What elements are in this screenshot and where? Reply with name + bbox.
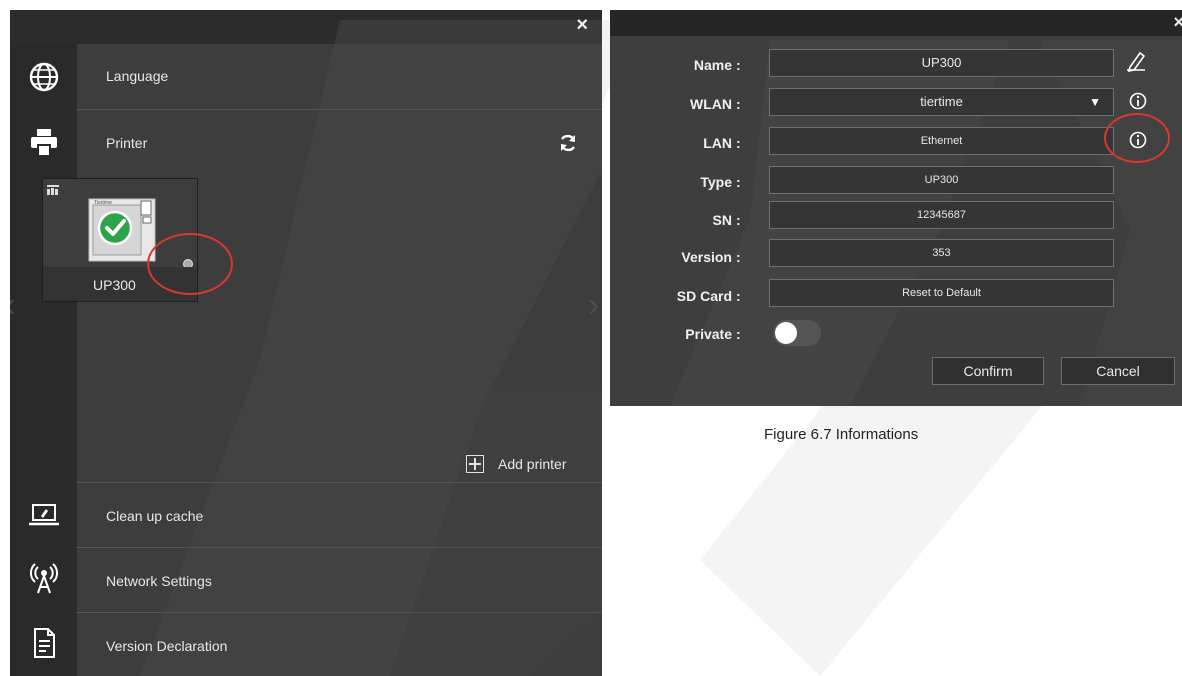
settings-item-clean-cache[interactable]: Clean up cache	[10, 483, 602, 548]
settings-item-label: Printer	[106, 135, 148, 151]
globe-icon	[29, 62, 59, 92]
document-icon	[34, 628, 55, 658]
refresh-icon[interactable]	[558, 133, 578, 153]
printer-brand-text: Tiertime	[94, 200, 112, 206]
edit-icon[interactable]	[1125, 50, 1147, 72]
toggle-knob	[775, 322, 797, 344]
field-colon: :	[736, 135, 741, 151]
reset-to-default-button[interactable]: Reset to Default	[769, 279, 1114, 307]
printer-info-dialog: × Name : UP300 WLAN : tiertime ▼ LAN : E…	[610, 10, 1182, 406]
figure-caption: Figure 6.7 Informations	[764, 426, 919, 443]
settings-panel: × Language Printer Tiertime UP300 › Add …	[10, 10, 602, 676]
sn-field: 12345687	[769, 201, 1114, 229]
plus-box-icon	[466, 455, 484, 473]
wlan-select[interactable]: tiertime ▼	[769, 88, 1114, 116]
dialog-close-button[interactable]: ×	[1173, 12, 1182, 33]
settings-item-label: Language	[106, 68, 169, 84]
field-colon: :	[736, 288, 741, 304]
field-colon: :	[736, 57, 741, 73]
field-label-wlan: WLAN	[690, 96, 732, 112]
laptop-icon	[29, 504, 59, 526]
field-label-name: Name	[693, 57, 732, 73]
checkmark-icon	[97, 210, 133, 246]
highlight-circle	[147, 233, 233, 295]
field-label-sd-card: SD Card	[676, 288, 732, 304]
name-field[interactable]: UP300	[769, 49, 1114, 77]
private-toggle[interactable]	[773, 320, 821, 346]
field-colon: :	[736, 326, 741, 342]
lan-field[interactable]: Ethernet	[769, 127, 1114, 155]
wlan-info-icon[interactable]	[1129, 92, 1147, 110]
settings-item-version[interactable]: Version Declaration	[10, 613, 602, 676]
field-label-version: Version	[681, 249, 732, 265]
printer-icon	[31, 129, 57, 157]
printer-thumbnail: Tiertime	[88, 198, 156, 262]
network-signal-icon	[47, 185, 59, 195]
printer-name: UP300	[93, 277, 136, 293]
field-label-type: Type	[700, 174, 732, 190]
field-label-private: Private	[685, 326, 732, 342]
settings-close-button[interactable]: ×	[576, 14, 588, 37]
confirm-button[interactable]: Confirm	[932, 357, 1044, 385]
settings-item-label: Clean up cache	[106, 508, 204, 524]
highlight-circle	[1104, 113, 1170, 163]
settings-item-label: Version Declaration	[106, 638, 228, 654]
antenna-icon	[29, 563, 59, 594]
field-label-lan: LAN	[703, 135, 732, 151]
cancel-button[interactable]: Cancel	[1061, 357, 1175, 385]
settings-item-printer[interactable]: Printer	[10, 110, 602, 176]
field-colon: :	[736, 249, 741, 265]
settings-item-label: Network Settings	[106, 573, 212, 589]
dropdown-arrow-icon: ▼	[1089, 95, 1101, 109]
previous-arrow[interactable]: ‹	[10, 286, 15, 325]
add-printer-label: Add printer	[498, 456, 567, 472]
settings-item-language[interactable]: Language	[10, 44, 602, 110]
wlan-value: tiertime	[920, 94, 963, 109]
field-colon: :	[736, 174, 741, 190]
next-arrow[interactable]: ›	[588, 286, 599, 325]
field-colon: :	[736, 212, 741, 228]
field-label-sn: SN	[712, 212, 732, 228]
add-printer-button[interactable]: Add printer	[466, 454, 566, 474]
type-field: UP300	[769, 166, 1114, 194]
version-field: 353	[769, 239, 1114, 267]
field-colon: :	[736, 96, 741, 112]
settings-item-network[interactable]: Network Settings	[10, 548, 602, 613]
